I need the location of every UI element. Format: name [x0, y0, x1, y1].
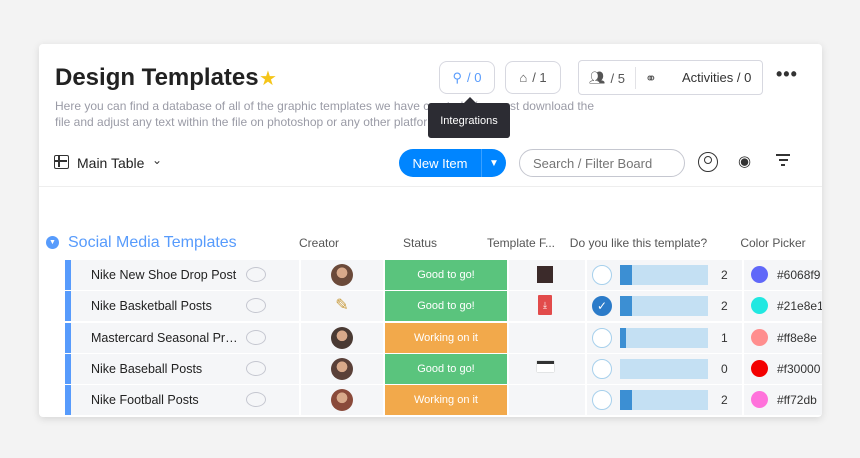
board-title[interactable]: Design Templates: [55, 64, 259, 92]
progress-bar: [620, 265, 708, 285]
chevron-down-icon[interactable]: ⌄: [152, 153, 162, 167]
pdf-icon[interactable]: ⤓: [538, 295, 552, 316]
comment-icon[interactable]: [246, 392, 266, 408]
checkbox[interactable]: [592, 265, 612, 285]
view-selector[interactable]: Main Table: [77, 155, 144, 171]
checkbox[interactable]: [592, 327, 612, 348]
progress-fill: [620, 390, 632, 411]
file-thumbnail[interactable]: [537, 266, 553, 283]
star-icon[interactable]: ★: [259, 66, 277, 91]
color-value: #f30000: [777, 361, 821, 376]
robot-icon: ⌂: [519, 70, 528, 85]
more-options-button[interactable]: •••: [776, 64, 798, 85]
table-row[interactable]: Nike Basketball Posts ✎ Good to go! ⤓ ✓ …: [65, 291, 822, 322]
people-icon: 👥︎: [589, 70, 606, 85]
item-name-cell[interactable]: Nike Football Posts: [71, 385, 299, 416]
item-name[interactable]: Nike Baseball Posts: [91, 362, 239, 376]
table-row[interactable]: Mastercard Seasonal Promo Posts Working …: [65, 322, 822, 353]
integrations-tooltip: Integrations: [428, 97, 510, 138]
item-name-cell[interactable]: Nike Baseball Posts: [71, 353, 299, 384]
status-cell[interactable]: Working on it: [385, 385, 507, 416]
plug-icon: ⚲: [452, 69, 463, 85]
avatar: [331, 264, 353, 286]
comment-icon[interactable]: [246, 298, 266, 314]
members-activities-box: 👥︎ / 5 ⚭ Activities / 0: [578, 60, 763, 95]
automations-count: / 1: [532, 70, 547, 85]
collapse-group-icon[interactable]: ▼: [46, 236, 59, 249]
avatar: [331, 357, 353, 380]
item-name-cell[interactable]: Nike New Shoe Drop Post: [71, 260, 299, 290]
color-swatch[interactable]: [751, 359, 768, 377]
avatar: [331, 326, 353, 349]
template-file-cell[interactable]: [509, 322, 585, 353]
board-card: Design Templates ★ Here you can find a d…: [39, 44, 822, 417]
automations-button[interactable]: ⌂ / 1: [505, 61, 561, 94]
item-name[interactable]: Nike Football Posts: [91, 393, 239, 407]
column-header-template-file[interactable]: Template F...: [483, 236, 559, 250]
item-name[interactable]: Mastercard Seasonal Promo Posts: [91, 331, 239, 345]
integrations-count: / 0: [467, 70, 482, 85]
progress-bar: [620, 327, 708, 348]
progress-fill: [620, 327, 626, 348]
column-header-like[interactable]: Do you like this template?: [561, 236, 716, 250]
progress-bar: [620, 390, 708, 411]
comment-icon[interactable]: [246, 329, 266, 345]
table-row[interactable]: Nike Football Posts Working on it 2 #ff7…: [65, 385, 822, 416]
status-cell[interactable]: Good to go!: [385, 260, 507, 290]
group-title[interactable]: Social Media Templates: [68, 234, 237, 252]
item-name[interactable]: Nike New Shoe Drop Post: [91, 268, 239, 282]
comment-icon[interactable]: [246, 267, 266, 282]
person-filter-icon[interactable]: [698, 152, 718, 172]
color-value: #21e8e1: [777, 299, 822, 314]
color-value: #6068f9: [777, 268, 821, 282]
like-count: 1: [721, 330, 728, 345]
status-cell[interactable]: Good to go!: [385, 353, 507, 384]
checkbox[interactable]: [592, 358, 612, 379]
hide-icon[interactable]: ◉: [738, 152, 751, 170]
like-count: 2: [721, 393, 728, 408]
template-file-cell[interactable]: [509, 385, 585, 416]
progress-fill: [620, 296, 632, 317]
column-header-color-picker[interactable]: Color Picker: [720, 236, 822, 250]
item-name-cell[interactable]: Mastercard Seasonal Promo Posts: [71, 322, 299, 353]
progress-bar: [620, 296, 708, 317]
status-cell[interactable]: Good to go!: [385, 291, 507, 322]
divider: [635, 67, 636, 89]
filter-icon[interactable]: [776, 154, 790, 169]
board-description: Here you can find a database of all of t…: [55, 99, 595, 129]
column-header-creator[interactable]: Creator: [283, 236, 355, 250]
chevron-down-icon[interactable]: ▼: [481, 149, 506, 177]
like-count: 0: [721, 361, 728, 376]
activity-icon: ⚭: [645, 70, 657, 86]
divider: [39, 186, 822, 187]
status-cell[interactable]: Working on it: [385, 322, 507, 353]
color-swatch[interactable]: [751, 266, 768, 283]
new-item-label[interactable]: New Item: [399, 156, 481, 171]
activities-button[interactable]: Activities / 0: [682, 70, 751, 85]
table-icon: [54, 155, 69, 169]
search-input[interactable]: [519, 149, 685, 177]
comment-icon[interactable]: [246, 360, 266, 376]
item-name[interactable]: Nike Basketball Posts: [91, 299, 239, 313]
like-count: 2: [721, 299, 728, 314]
progress-bar: [620, 358, 708, 379]
color-value: #ff8e8e: [777, 330, 817, 345]
members-count: / 5: [610, 70, 625, 86]
table-row[interactable]: Nike Baseball Posts Good to go! 0 #f3000…: [65, 353, 822, 384]
color-swatch[interactable]: [751, 328, 768, 346]
integrations-button[interactable]: ⚲ / 0: [439, 61, 495, 94]
column-header-status[interactable]: Status: [359, 236, 481, 250]
table-row[interactable]: Nike New Shoe Drop Post Good to go! 2 #6…: [65, 260, 822, 290]
new-item-button[interactable]: New Item ▼: [399, 149, 506, 177]
color-value: #ff72db: [777, 393, 817, 408]
members-button[interactable]: 👥︎ / 5: [589, 70, 625, 86]
progress-fill: [620, 265, 632, 285]
file-thumbnail[interactable]: [537, 360, 554, 372]
item-name-cell[interactable]: Nike Basketball Posts: [71, 291, 299, 322]
like-count: 2: [721, 268, 728, 282]
